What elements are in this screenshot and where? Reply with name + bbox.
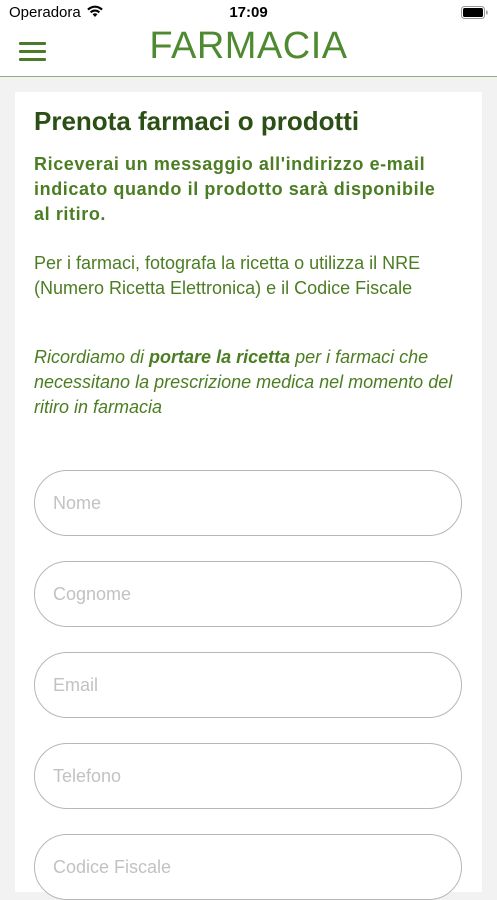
prescription-instructions: Per i farmaci, fotografa la ricetta o ut… — [34, 253, 421, 298]
booking-card: Prenota farmaci o prodotti Riceverai un … — [15, 92, 482, 900]
status-time: 17:09 — [229, 4, 268, 21]
phone-field[interactable] — [34, 743, 462, 809]
availability-notice: Riceverai un messaggio all'indirizzo e-m… — [34, 154, 436, 224]
app-title: FARMACIA — [149, 25, 348, 67]
surname-field[interactable] — [34, 561, 462, 627]
reminder-emphasis: portare la ricetta — [149, 347, 291, 367]
reminder-text-start: Ricordiamo di — [34, 347, 150, 367]
prescription-reminder: Ricordiamo di portare la ricetta per i f… — [34, 345, 464, 420]
nav-bar: FARMACIA — [0, 26, 497, 77]
battery-icon — [461, 6, 488, 19]
tax-code-field[interactable] — [34, 834, 462, 900]
status-bar: Operadora 17:09 — [0, 0, 497, 26]
page-title: Prenota farmaci o prodotti — [34, 106, 360, 136]
name-field[interactable] — [34, 470, 462, 536]
email-field[interactable] — [34, 652, 462, 718]
